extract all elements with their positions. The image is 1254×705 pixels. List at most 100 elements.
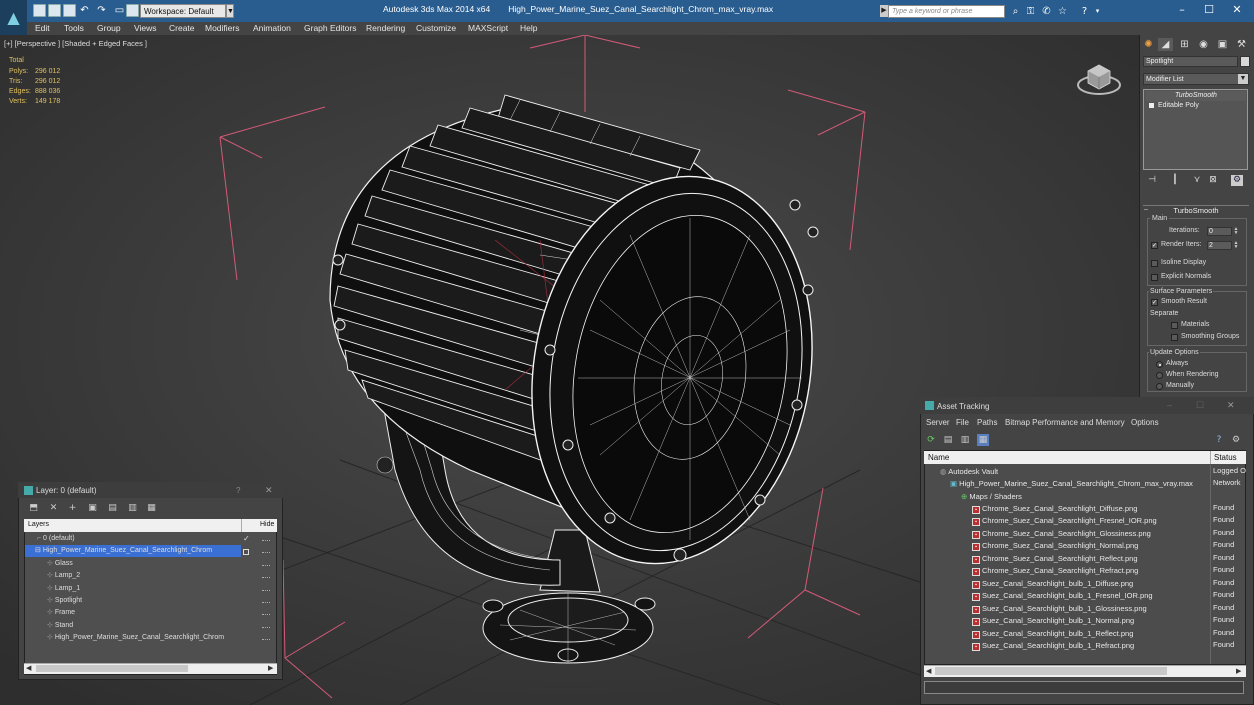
new-file-icon[interactable] [33,4,46,17]
hide-toggle[interactable] [262,639,270,640]
menu-edit[interactable]: Edit [35,23,50,33]
smoothing-groups-checkbox[interactable] [1171,334,1178,341]
show-end-result-icon[interactable]: ┃ [1169,175,1181,186]
delete-layer-icon[interactable]: ✕ [48,503,59,514]
asset-path-field[interactable] [924,681,1244,694]
layer-help-button[interactable]: ? [236,486,240,495]
render-iters-spinner[interactable]: 2 [1207,241,1232,250]
render-iters-checkbox[interactable]: ✓ [1151,242,1158,249]
create-tab-icon[interactable]: ✺ [1141,38,1156,51]
asset-row-file[interactable]: Suez_Canal_Searchlight_bulb_1_Refract.pn… [982,640,1134,653]
menu-graph-editors[interactable]: Graph Editors [304,23,356,33]
asset-menu-file[interactable]: File [956,418,969,427]
viewport-label[interactable]: [+] [Perspective ] [Shaded + Edged Faces… [4,39,147,48]
hide-toggle[interactable] [262,540,270,541]
asset-row-file[interactable]: Suez_Canal_Searchlight_bulb_1_Fresnel_IO… [982,590,1153,603]
search-input[interactable]: Type a keyword or phrase [888,5,1005,18]
layer-close-button[interactable]: ✕ [265,485,273,496]
save-file-icon[interactable] [63,4,76,17]
menu-tools[interactable]: Tools [64,23,84,33]
create-layer-icon[interactable]: + [67,503,78,514]
always-radio[interactable] [1156,361,1163,368]
menu-group[interactable]: Group [97,23,121,33]
list-view-icon[interactable]: ▤ [942,434,954,446]
select-highlighted-icon[interactable]: ⬒ [28,503,39,514]
layer-object-stand[interactable]: ⊹ Stand [25,620,241,632]
asset-row-maps-shaders[interactable]: ⊕ Maps / Shaders [961,491,1022,504]
close-button[interactable]: ✕ [1227,400,1235,411]
asset-row-file[interactable]: Chrome_Suez_Canal_Searchlight_Diffuse.pn… [982,503,1137,516]
chevron-down-icon[interactable]: ▼ [226,4,234,18]
layer-object-lamp-2[interactable]: ⊹ Lamp_2 [25,570,241,582]
rollout-collapse-icon[interactable]: – [1144,206,1148,213]
asset-row-file[interactable]: Chrome_Suez_Canal_Searchlight_Fresnel_IO… [982,515,1157,528]
scrollbar-thumb[interactable] [935,667,1167,675]
smooth-result-checkbox[interactable]: ✓ [1151,299,1158,306]
configure-sets-icon[interactable]: ⚙ [1231,175,1243,186]
workspace-dropdown[interactable]: Workspace: Default [140,4,226,18]
menu-views[interactable]: Views [134,23,157,33]
close-button[interactable]: ✕ [1228,2,1246,18]
redo-icon[interactable]: ↷ [95,4,108,17]
asset-row-file[interactable]: Chrome_Suez_Canal_Searchlight_Glossiness… [982,528,1151,541]
layer-object-glass[interactable]: ⊹ Glass [25,558,241,570]
layer-row-searchlight[interactable]: ⊟ High_Power_Marine_Suez_Canal_Searchlig… [25,545,241,557]
scroll-right-icon[interactable]: ▶ [268,664,273,672]
hide-toggle[interactable] [262,552,270,553]
hide-toggle[interactable] [262,577,270,578]
help-icon[interactable]: ? [1213,434,1225,446]
hide-toggle[interactable] [262,590,270,591]
make-unique-icon[interactable]: ⋎ [1191,175,1203,186]
asset-row-file[interactable]: Suez_Canal_Searchlight_bulb_1_Normal.png [982,615,1134,628]
hide-toggle[interactable] [262,627,270,628]
hide-toggle[interactable] [262,614,270,615]
highlight-layer-icon[interactable]: ▥ [127,503,138,514]
iterations-spinner[interactable]: 0 [1207,227,1232,236]
status-column-header[interactable]: Status [1214,453,1237,462]
stack-item-editable-poly[interactable]: Editable Poly [1146,101,1246,111]
add-to-layer-icon[interactable]: ▣ [87,503,98,514]
subscription-icon[interactable]: ⚿ [1024,5,1037,18]
scroll-left-icon[interactable]: ◀ [926,667,931,675]
asset-menu-options[interactable]: Options [1131,418,1159,427]
menu-rendering[interactable]: Rendering [366,23,405,33]
minimize-button[interactable]: – [1173,2,1191,18]
utilities-tab-icon[interactable]: ⚒ [1234,38,1249,51]
3dsmax-logo-icon[interactable]: ▲ [0,0,27,35]
explicit-normals-checkbox[interactable] [1151,274,1158,281]
minimize-button[interactable]: – [1167,400,1172,410]
scroll-left-icon[interactable]: ◀ [26,664,31,672]
layer-row-default[interactable]: ⌐ 0 (default) [25,533,241,545]
help-options-icon[interactable]: ⚙ [1230,434,1242,446]
asset-menu-paths[interactable]: Paths [977,418,997,427]
hide-column-header[interactable]: Hide [260,521,274,528]
layer-object-searchlight[interactable]: ⊹ High_Power_Marine_Suez_Canal_Searchlig… [25,632,241,644]
favorites-icon[interactable]: ☆ [1056,5,1069,18]
spinner-arrows-icon[interactable]: ▲ ▼ [1233,241,1239,250]
modifier-list-dropdown[interactable]: Modifier List [1143,73,1249,85]
help-dropdown-icon[interactable]: ▾ [1091,5,1104,18]
help-icon[interactable]: ? [1078,5,1091,18]
scrollbar-thumb[interactable] [36,665,188,672]
hierarchy-tab-icon[interactable]: ⊞ [1177,38,1192,51]
undo-icon[interactable]: ↶ [78,4,91,17]
add-to-active-icon[interactable] [243,549,249,555]
asset-row-vault[interactable]: ◍ Autodesk Vault [940,466,998,479]
asset-menu-server[interactable]: Server [926,418,950,427]
hide-toggle[interactable] [262,602,270,603]
object-color-swatch[interactable] [1240,56,1250,67]
asset-row-scene-file[interactable]: ▣ High_Power_Marine_Suez_Canal_Searchlig… [950,478,1193,491]
tree-view-icon[interactable]: ▥ [959,434,971,446]
communication-center-icon[interactable]: ✆ [1040,5,1053,18]
modify-tab-icon[interactable]: ◢ [1158,38,1173,51]
select-objects-icon[interactable]: ▤ [107,503,118,514]
asset-row-file[interactable]: Chrome_Suez_Canal_Searchlight_Reflect.pn… [982,553,1138,566]
hide-toggle[interactable] [262,565,270,566]
spinner-arrows-icon[interactable]: ▲ ▼ [1233,227,1239,236]
hold-icon[interactable] [126,4,139,17]
maximize-button[interactable]: ☐ [1196,400,1204,411]
when-rendering-radio[interactable] [1156,372,1163,379]
name-column-header[interactable]: Name [928,453,949,462]
layers-column-header[interactable]: Layers [28,521,49,528]
layer-object-frame[interactable]: ⊹ Frame [25,607,241,619]
